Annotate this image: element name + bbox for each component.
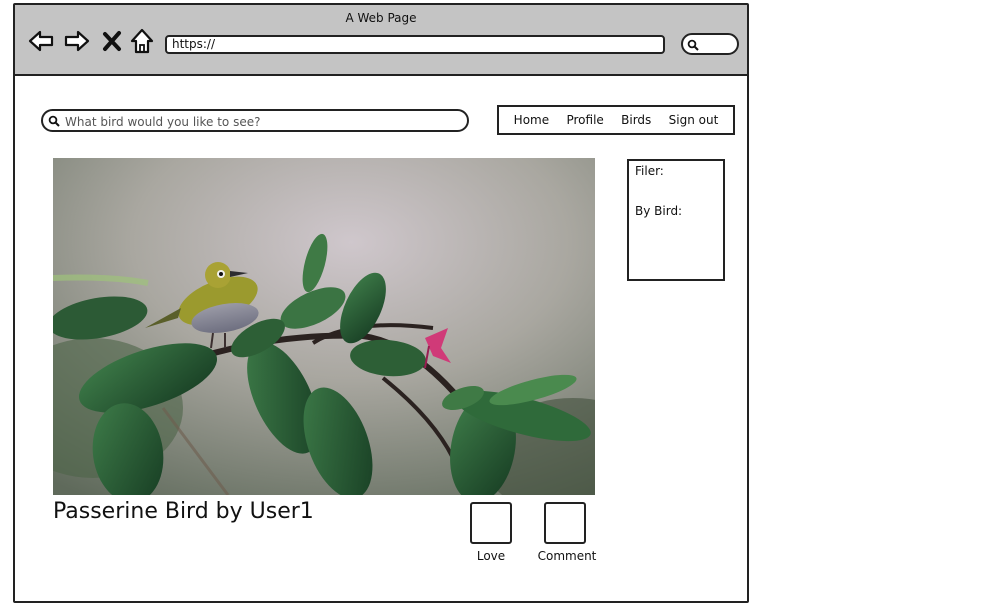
comment-action: Comment	[537, 502, 597, 563]
comment-label: Comment	[537, 549, 597, 563]
love-button[interactable]	[470, 502, 512, 544]
main-menu: Home Profile Birds Sign out	[497, 105, 735, 135]
browser-chrome: A Web Page https://	[15, 5, 747, 76]
forward-arrow-icon[interactable]	[63, 27, 91, 55]
back-arrow-icon[interactable]	[27, 27, 55, 55]
filter-by-bird-label: By Bird:	[635, 204, 683, 218]
browser-search-box[interactable]	[681, 33, 739, 55]
window-title: A Web Page	[345, 11, 417, 25]
bird-search-bar[interactable]	[41, 109, 469, 132]
menu-item-profile[interactable]: Profile	[566, 113, 603, 127]
bird-search-input[interactable]	[63, 112, 467, 131]
search-icon	[687, 39, 699, 51]
comment-button[interactable]	[544, 502, 586, 544]
browser-window: A Web Page https:// Home Profile Birds S…	[13, 3, 749, 603]
home-icon[interactable]	[128, 27, 156, 55]
post-title: Passerine Bird by User1	[53, 499, 314, 524]
bird-photo[interactable]	[53, 158, 595, 495]
love-action: Love	[463, 502, 519, 563]
menu-item-birds[interactable]: Birds	[621, 113, 651, 127]
search-icon	[48, 115, 60, 127]
menu-item-home[interactable]: Home	[514, 113, 549, 127]
close-icon[interactable]	[101, 27, 123, 55]
filter-panel: Filer: By Bird:	[627, 159, 725, 281]
love-label: Love	[476, 549, 506, 563]
menu-item-sign-out[interactable]: Sign out	[669, 113, 719, 127]
filter-heading: Filer:	[635, 164, 664, 178]
url-bar[interactable]: https://	[165, 35, 665, 54]
